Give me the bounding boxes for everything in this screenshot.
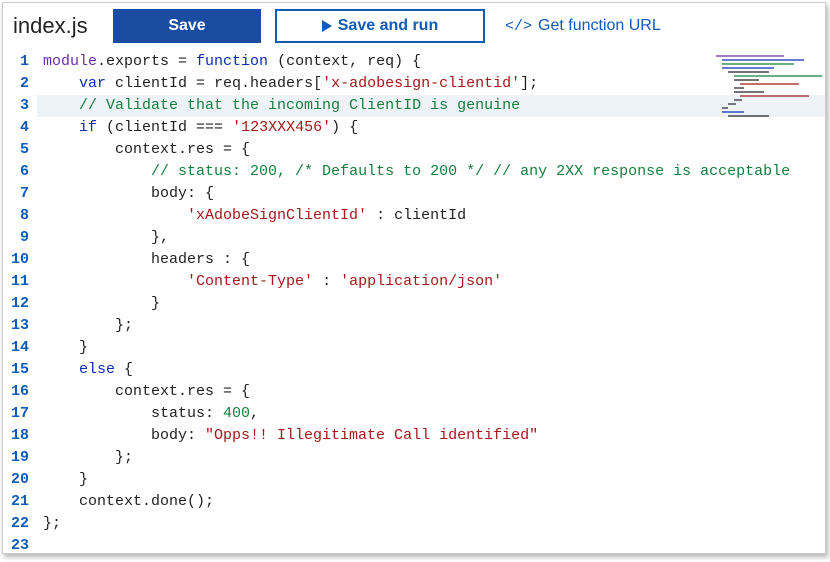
code-line[interactable]: }; <box>37 513 825 535</box>
code-line[interactable]: module.exports = function (context, req)… <box>37 51 825 73</box>
line-number: 14 <box>3 337 37 359</box>
line-number: 3 <box>3 95 37 117</box>
line-number: 13 <box>3 315 37 337</box>
save-run-label: Save and run <box>338 17 438 35</box>
play-icon <box>322 20 332 32</box>
code-line[interactable]: else { <box>37 359 825 381</box>
line-number: 2 <box>3 73 37 95</box>
code-line[interactable]: } <box>37 469 825 491</box>
line-number: 22 <box>3 513 37 535</box>
code-line[interactable]: }; <box>37 315 825 337</box>
save-and-run-button[interactable]: Save and run <box>275 9 485 43</box>
code-line[interactable]: status: 400, <box>37 403 825 425</box>
code-line[interactable]: var clientId = req.headers['x-adobesign-… <box>37 73 825 95</box>
line-number: 11 <box>3 271 37 293</box>
save-button-label: Save <box>168 17 205 35</box>
line-number: 16 <box>3 381 37 403</box>
get-function-url-button[interactable]: </> Get function URL <box>499 9 667 43</box>
code-line[interactable]: // Validate that the incoming ClientID i… <box>37 95 825 117</box>
code-line[interactable]: context.res = { <box>37 139 825 161</box>
line-number: 6 <box>3 161 37 183</box>
line-number: 23 <box>3 535 37 553</box>
code-line[interactable]: 'Content-Type' : 'application/json' <box>37 271 825 293</box>
line-number: 5 <box>3 139 37 161</box>
line-number: 18 <box>3 425 37 447</box>
line-number-gutter: 1234567891011121314151617181920212223 <box>3 49 37 553</box>
code-line[interactable]: context.done(); <box>37 491 825 513</box>
line-number: 20 <box>3 469 37 491</box>
line-number: 15 <box>3 359 37 381</box>
code-line[interactable] <box>37 535 825 553</box>
code-icon: </> <box>505 18 532 35</box>
code-line[interactable]: 'xAdobeSignClientId' : clientId <box>37 205 825 227</box>
save-button[interactable]: Save <box>113 9 261 43</box>
code-line[interactable]: // status: 200, /* Defaults to 200 */ //… <box>37 161 825 183</box>
code-line[interactable]: } <box>37 293 825 315</box>
line-number: 8 <box>3 205 37 227</box>
code-line[interactable]: } <box>37 337 825 359</box>
toolbar: index.js Save Save and run </> Get funct… <box>3 3 825 49</box>
line-number: 10 <box>3 249 37 271</box>
line-number: 1 <box>3 51 37 73</box>
code-editor[interactable]: 1234567891011121314151617181920212223 mo… <box>3 49 825 553</box>
code-line[interactable]: body: "Opps!! Illegitimate Call identifi… <box>37 425 825 447</box>
line-number: 7 <box>3 183 37 205</box>
line-number: 9 <box>3 227 37 249</box>
code-line[interactable]: if (clientId === '123XXX456') { <box>37 117 825 139</box>
code-line[interactable]: context.res = { <box>37 381 825 403</box>
code-line[interactable]: body: { <box>37 183 825 205</box>
line-number: 17 <box>3 403 37 425</box>
code-line[interactable]: }; <box>37 447 825 469</box>
file-name: index.js <box>9 13 99 39</box>
get-url-label: Get function URL <box>538 17 661 35</box>
line-number: 19 <box>3 447 37 469</box>
code-line[interactable]: }, <box>37 227 825 249</box>
line-number: 21 <box>3 491 37 513</box>
line-number: 4 <box>3 117 37 139</box>
code-area[interactable]: module.exports = function (context, req)… <box>37 49 825 553</box>
editor-window: index.js Save Save and run </> Get funct… <box>2 2 826 554</box>
code-line[interactable]: headers : { <box>37 249 825 271</box>
line-number: 12 <box>3 293 37 315</box>
